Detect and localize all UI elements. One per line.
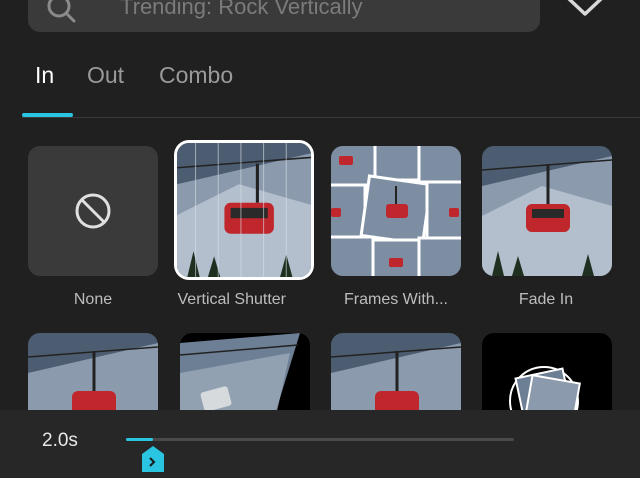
chevron-down-icon[interactable] (562, 0, 608, 20)
search-placeholder: Trending: Rock Vertically (120, 0, 363, 19)
frames-thumbnail (331, 146, 461, 276)
tab-bar: In Out Combo (0, 56, 640, 118)
search-icon (47, 0, 76, 23)
duration-slider-fill (126, 438, 154, 441)
tab-combo[interactable]: Combo (159, 62, 233, 89)
none-icon (75, 193, 111, 229)
tab-in[interactable]: In (35, 62, 54, 89)
divider (22, 117, 640, 118)
effect-label-frames-with: Frames With... (343, 291, 448, 308)
tab-out[interactable]: Out (87, 62, 124, 89)
duration-bar: 2.0s (0, 410, 640, 478)
effect-none[interactable] (28, 146, 158, 276)
effect-label-none: None (73, 291, 113, 308)
effect-frames-with[interactable] (331, 146, 461, 276)
gondola-thumbnail (482, 146, 612, 276)
search-bar[interactable]: Trending: Rock Vertically (28, 0, 540, 32)
gondola-thumbnail (177, 143, 311, 277)
effect-label-fade-in: Fade In (518, 291, 574, 308)
duration-value: 2.0s (42, 430, 78, 451)
effect-vertical-shutter[interactable] (177, 143, 311, 277)
duration-slider[interactable] (126, 438, 514, 441)
effect-fade-in[interactable] (482, 146, 612, 276)
effect-label-vertical-shutter: Vertical Shutter (177, 291, 287, 308)
slider-handle[interactable] (142, 446, 164, 472)
